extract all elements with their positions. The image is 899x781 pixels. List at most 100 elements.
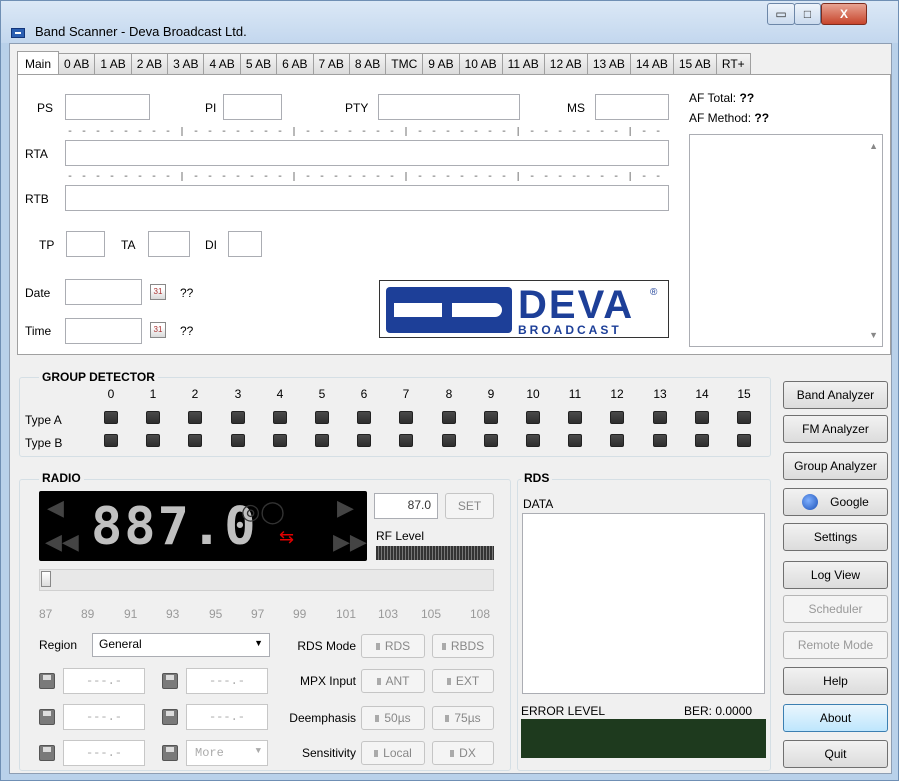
tab-11ab[interactable]: 11 AB xyxy=(502,53,545,75)
save-icon[interactable] xyxy=(39,709,55,725)
di-label: DI xyxy=(205,238,217,252)
quit-button[interactable]: Quit xyxy=(783,740,888,768)
group-analyzer-button[interactable]: Group Analyzer xyxy=(783,452,888,480)
ms-field[interactable] xyxy=(595,94,669,120)
tab-13ab[interactable]: 13 AB xyxy=(587,53,631,75)
frequency-input[interactable]: 87.0 xyxy=(374,493,438,519)
slider-thumb[interactable] xyxy=(41,571,51,587)
scheduler-button[interactable]: Scheduler xyxy=(783,595,888,623)
rta-field[interactable] xyxy=(65,140,669,166)
scroll-up-icon[interactable]: ▲ xyxy=(869,141,878,151)
band-analyzer-button[interactable]: Band Analyzer xyxy=(783,381,888,409)
settings-button[interactable]: Settings xyxy=(783,523,888,551)
ber-label: BER: 0.0000 xyxy=(684,704,753,718)
frequency-slider[interactable] xyxy=(39,569,494,591)
memory-field[interactable]: ---.- xyxy=(63,704,145,730)
sensitivity-label: Sensitivity xyxy=(301,746,356,760)
save-icon[interactable] xyxy=(162,673,178,689)
tab-10ab[interactable]: 10 AB xyxy=(459,53,503,75)
group-led-type-a xyxy=(610,411,624,424)
google-button[interactable]: Google xyxy=(783,488,888,516)
time-field[interactable] xyxy=(65,318,142,344)
help-button[interactable]: Help xyxy=(783,667,888,695)
remote-mode-button[interactable]: Remote Mode xyxy=(783,631,888,659)
group-led-type-b xyxy=(610,434,624,447)
tab-12ab[interactable]: 12 AB xyxy=(544,53,588,75)
tab-tmc[interactable]: TMC xyxy=(386,53,424,75)
tab-9ab[interactable]: 9 AB xyxy=(423,53,460,75)
maximize-button[interactable]: □ xyxy=(794,3,821,25)
dx-button[interactable]: DX xyxy=(432,741,494,765)
deva-logo-mark xyxy=(386,287,512,333)
tab-rtplus[interactable]: RT+ xyxy=(716,53,751,75)
rewind-icon[interactable]: ◀◀ xyxy=(45,529,79,555)
prev-arrow-icon[interactable]: ◀ xyxy=(47,495,64,521)
log-view-button[interactable]: Log View xyxy=(783,561,888,589)
tab-main[interactable]: Main xyxy=(17,51,60,75)
tab-4ab[interactable]: 4 AB xyxy=(204,53,241,75)
group-led-type-a xyxy=(273,411,287,424)
tab-2ab[interactable]: 2 AB xyxy=(131,53,169,75)
memory-field[interactable]: ---.- xyxy=(63,740,145,766)
tab-8ab[interactable]: 8 AB xyxy=(349,53,387,75)
rf-level-meter xyxy=(376,546,494,560)
error-level-label: ERROR LEVEL xyxy=(521,704,606,718)
group-column-number: 0 xyxy=(107,387,115,401)
deemph-75-button[interactable]: 75µs xyxy=(432,706,494,730)
window-title: Band Scanner - Deva Broadcast Ltd. xyxy=(35,24,247,39)
tp-field[interactable] xyxy=(66,231,105,257)
about-button[interactable]: About xyxy=(783,704,888,732)
next-arrow-icon[interactable]: ▶ xyxy=(337,495,354,521)
deemph-50-button[interactable]: 50µs xyxy=(361,706,425,730)
memory-slot-5[interactable]: ---.- xyxy=(39,740,149,766)
scroll-down-icon[interactable]: ▼ xyxy=(869,330,878,340)
calendar-icon[interactable]: 31 xyxy=(150,284,166,300)
logo-registered: ® xyxy=(650,287,658,298)
save-icon[interactable] xyxy=(39,745,55,761)
save-icon[interactable] xyxy=(162,745,178,761)
date-field[interactable] xyxy=(65,279,142,305)
memory-slot-3[interactable]: ---.- xyxy=(39,704,149,730)
tab-3ab[interactable]: 3 AB xyxy=(168,53,205,75)
rds-data-box[interactable] xyxy=(522,513,765,694)
tab-0ab[interactable]: 0 AB xyxy=(59,53,96,75)
group-column-number: 5 xyxy=(318,387,326,401)
tab-5ab[interactable]: 5 AB xyxy=(240,53,278,75)
ps-field[interactable] xyxy=(65,94,150,120)
fast-forward-icon[interactable]: ▶▶ xyxy=(333,529,367,555)
region-select[interactable]: General ▼ xyxy=(92,633,270,657)
tab-6ab[interactable]: 6 AB xyxy=(277,53,314,75)
calendar-icon[interactable]: 31 xyxy=(150,322,166,338)
di-field[interactable] xyxy=(228,231,262,257)
minimize-button[interactable]: ▭ xyxy=(767,3,795,25)
pty-field[interactable] xyxy=(378,94,520,120)
group-led-type-a xyxy=(442,411,456,424)
fm-analyzer-button[interactable]: FM Analyzer xyxy=(783,415,888,443)
ext-button[interactable]: EXT xyxy=(432,669,494,693)
rf-level-label: RF Level xyxy=(376,529,425,543)
title-bar[interactable]: Band Scanner - Deva Broadcast Ltd. ▭ □ X xyxy=(1,1,898,43)
tab-15ab[interactable]: 15 AB xyxy=(673,53,717,75)
set-button[interactable]: SET xyxy=(445,493,494,519)
local-button[interactable]: Local xyxy=(361,741,425,765)
ant-button[interactable]: ANT xyxy=(361,669,425,693)
frequency-digits: 887.0 xyxy=(91,497,258,557)
tab-7ab[interactable]: 7 AB xyxy=(313,53,350,75)
af-list[interactable]: ▲ ▼ xyxy=(689,134,883,347)
rbds-button[interactable]: RBDS xyxy=(432,634,494,658)
ta-field[interactable] xyxy=(148,231,190,257)
group-led-type-b xyxy=(695,434,709,447)
group-column-number: 2 xyxy=(191,387,199,401)
save-icon[interactable] xyxy=(39,673,55,689)
rtb-field[interactable] xyxy=(65,185,669,211)
memory-field[interactable]: ---.- xyxy=(63,668,145,694)
tab-1ab[interactable]: 1 AB xyxy=(95,53,132,75)
group-led-type-a xyxy=(484,411,498,424)
memory-slot-1[interactable]: ---.- xyxy=(39,668,149,694)
pi-field[interactable] xyxy=(223,94,282,120)
rds-button[interactable]: RDS xyxy=(361,634,425,658)
close-button[interactable]: X xyxy=(821,3,867,25)
save-icon[interactable] xyxy=(162,709,178,725)
type-b-label: Type B xyxy=(25,436,63,450)
tab-14ab[interactable]: 14 AB xyxy=(630,53,674,75)
